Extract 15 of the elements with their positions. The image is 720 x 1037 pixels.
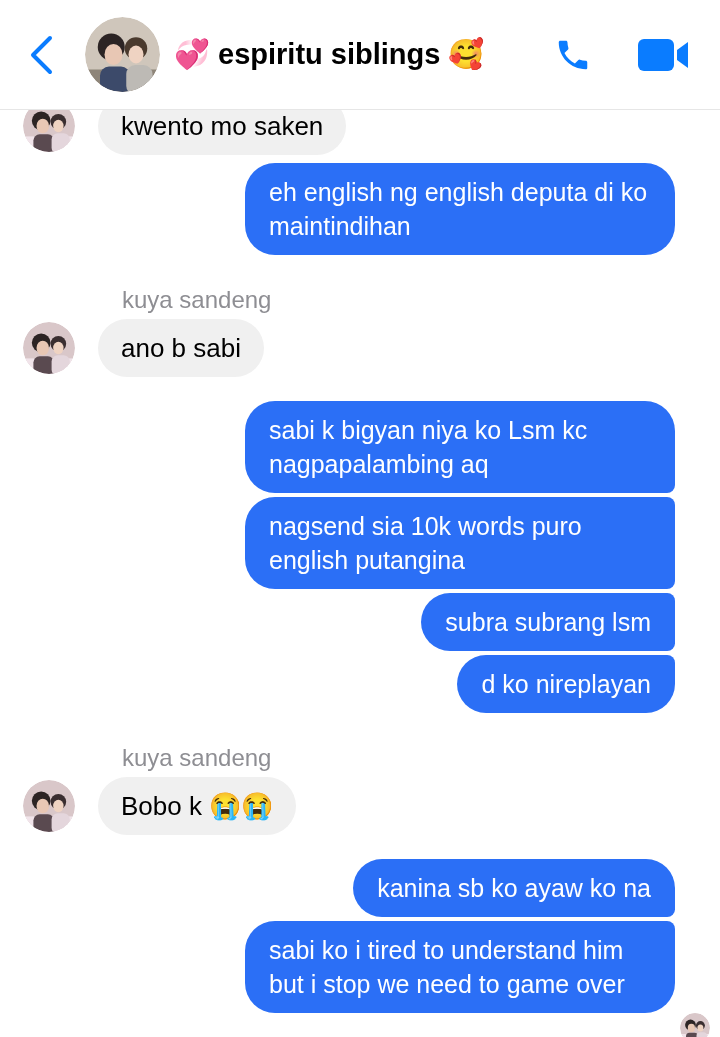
chat-title: 💞 espiritu siblings 🥰 <box>174 36 485 72</box>
outgoing-message: eh english ng english deputa di ko maintindihan <box>245 163 675 255</box>
outgoing-message: d ko nireplayan <box>457 655 675 713</box>
outgoing-message: nagsend sia 10k words puro english putangina <box>245 497 675 589</box>
back-icon[interactable] <box>28 34 54 75</box>
outgoing-message: subra subrang lsm <box>421 593 675 651</box>
outgoing-message: kanina sb ko ayaw ko na <box>353 859 675 917</box>
sender-name: kuya sandeng <box>122 743 273 773</box>
outgoing-message: sabi ko i tired to understand him but i stop we need to game over <box>245 921 675 1013</box>
incoming-message: ano b sabi <box>98 319 264 377</box>
sender-name: kuya sandeng <box>122 285 273 315</box>
video-camera-icon[interactable] <box>638 37 690 72</box>
incoming-message: Bobo k 😭😭 <box>98 777 297 835</box>
incoming-message: kwento mo saken <box>98 110 347 155</box>
outgoing-message: sabi k bigyan niya ko Lsm kc nagpapalambing aq <box>245 401 675 493</box>
